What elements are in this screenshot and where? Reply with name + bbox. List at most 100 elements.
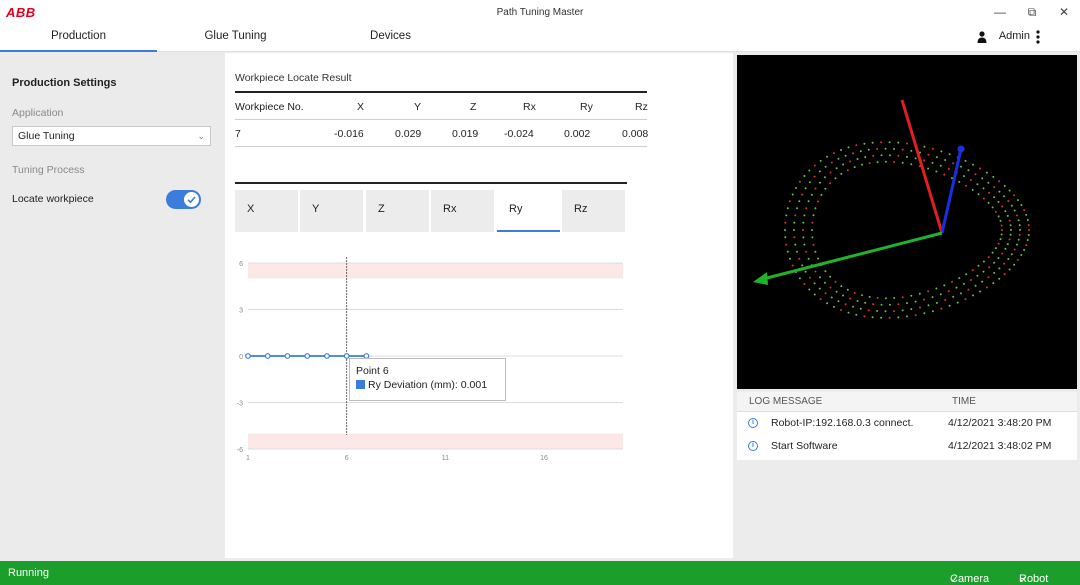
tab-glue-tuning[interactable]: Glue Tuning xyxy=(157,24,314,52)
cloud-point xyxy=(997,200,1000,203)
cloud-point xyxy=(811,236,814,239)
cloud-point xyxy=(813,175,816,178)
cloud-point xyxy=(998,277,1001,280)
cloud-point xyxy=(901,161,904,164)
cloud-point xyxy=(1013,194,1016,197)
status-bar: Running ✓ Camera ✓ Robot xyxy=(0,561,1080,585)
cloud-point xyxy=(948,153,951,156)
cloud-point xyxy=(812,243,815,246)
cloud-point xyxy=(951,177,953,180)
cloud-point xyxy=(840,172,843,175)
more-menu-icon[interactable] xyxy=(1033,29,1043,45)
application-select[interactable]: Glue Tuning ⌄ xyxy=(12,126,211,146)
cloud-point xyxy=(897,154,900,157)
user-name[interactable]: Admin xyxy=(999,30,1030,42)
cloud-point xyxy=(884,160,887,163)
cloud-point xyxy=(784,229,786,231)
cloud-point xyxy=(803,243,806,246)
cloud-point xyxy=(1001,252,1004,255)
panel-title: Production Settings xyxy=(12,77,117,89)
cloud-point xyxy=(965,184,968,187)
cloud-point xyxy=(832,152,835,155)
cloud-point xyxy=(856,300,859,302)
cloud-point xyxy=(888,303,891,306)
cloud-point xyxy=(794,243,797,246)
cloud-point xyxy=(802,221,805,224)
cloud-point xyxy=(795,187,797,189)
data-point xyxy=(245,353,251,359)
cloud-point xyxy=(1019,229,1021,231)
cloud-point xyxy=(979,167,982,170)
cloud-point xyxy=(977,193,980,196)
cloud-point xyxy=(801,193,804,196)
cloud-point xyxy=(849,297,852,300)
cloud-point xyxy=(1020,204,1023,206)
cloud-point xyxy=(935,156,938,159)
tab-y[interactable]: Y xyxy=(300,190,363,232)
cloud-point xyxy=(867,309,870,312)
cloud-point xyxy=(808,288,811,291)
cloud-point xyxy=(784,221,787,224)
cloud-point xyxy=(859,150,862,153)
cloud-point xyxy=(893,147,895,150)
cloud-point xyxy=(893,161,896,163)
tab-rz[interactable]: Rz xyxy=(562,190,625,232)
cloud-point xyxy=(820,193,823,196)
cloud-point xyxy=(826,155,829,158)
cloud-point xyxy=(943,173,946,176)
cloud-point xyxy=(967,288,970,291)
cloud-point xyxy=(817,200,820,203)
cloud-point xyxy=(785,214,788,217)
cloud-point xyxy=(1017,199,1019,202)
cloud-point xyxy=(876,148,879,150)
tab-devices[interactable]: Devices xyxy=(314,24,467,52)
cloud-point xyxy=(947,290,950,293)
table-row[interactable]: 7 -0.016 0.029 0.019 -0.024 0.002 0.008 xyxy=(235,120,648,147)
cloud-point xyxy=(837,157,840,160)
cloud-point xyxy=(864,156,867,159)
header-rz: Rz xyxy=(635,101,648,113)
cloud-point xyxy=(844,303,847,306)
locate-workpiece-toggle[interactable] xyxy=(166,190,201,209)
cloud-point xyxy=(826,302,829,305)
cloud-point xyxy=(1010,229,1012,231)
cloud-point xyxy=(804,270,807,273)
cloud-point xyxy=(1009,224,1012,227)
tab-x[interactable]: X xyxy=(235,190,298,232)
cloud-point xyxy=(976,274,979,277)
minimize-button[interactable]: — xyxy=(989,4,1011,20)
main-tab-bar: Production Glue Tuning Devices Admin xyxy=(0,24,1080,52)
tuning-process-label: Tuning Process xyxy=(12,164,85,176)
cloud-point xyxy=(818,170,821,173)
tab-ry[interactable]: Ry xyxy=(497,190,560,232)
cloud-point xyxy=(812,214,815,217)
cloud-point xyxy=(813,293,816,296)
log-time: 4/12/2021 3:48:20 PM xyxy=(948,417,1052,429)
restore-button[interactable]: ⧉ xyxy=(1021,4,1043,20)
point-cloud-view[interactable] xyxy=(737,55,1077,389)
close-button[interactable]: ✕ xyxy=(1053,4,1075,20)
cloud-point xyxy=(974,173,977,176)
user-icon[interactable] xyxy=(977,31,987,43)
x-tick-label: 16 xyxy=(540,455,548,462)
cloud-point xyxy=(814,270,817,273)
cloud-point xyxy=(840,149,842,151)
robot-label: Robot xyxy=(1019,573,1049,585)
cloud-point xyxy=(888,316,891,319)
cloud-point xyxy=(958,180,961,183)
tab-production[interactable]: Production xyxy=(0,24,157,52)
cloud-point xyxy=(993,261,996,264)
cell-rx: -0.024 xyxy=(504,128,534,140)
tab-z[interactable]: Z xyxy=(366,190,429,232)
tab-rx[interactable]: Rx xyxy=(431,190,494,232)
cloud-point xyxy=(842,163,845,166)
cloud-point xyxy=(830,296,833,299)
cloud-point xyxy=(832,305,835,308)
cloud-point xyxy=(824,270,827,273)
cloud-point xyxy=(796,250,798,253)
cloud-point xyxy=(906,302,908,305)
cloud-point xyxy=(914,300,917,303)
header-ry: Ry xyxy=(580,101,593,113)
cloud-point xyxy=(969,179,972,181)
cloud-point xyxy=(952,295,955,298)
